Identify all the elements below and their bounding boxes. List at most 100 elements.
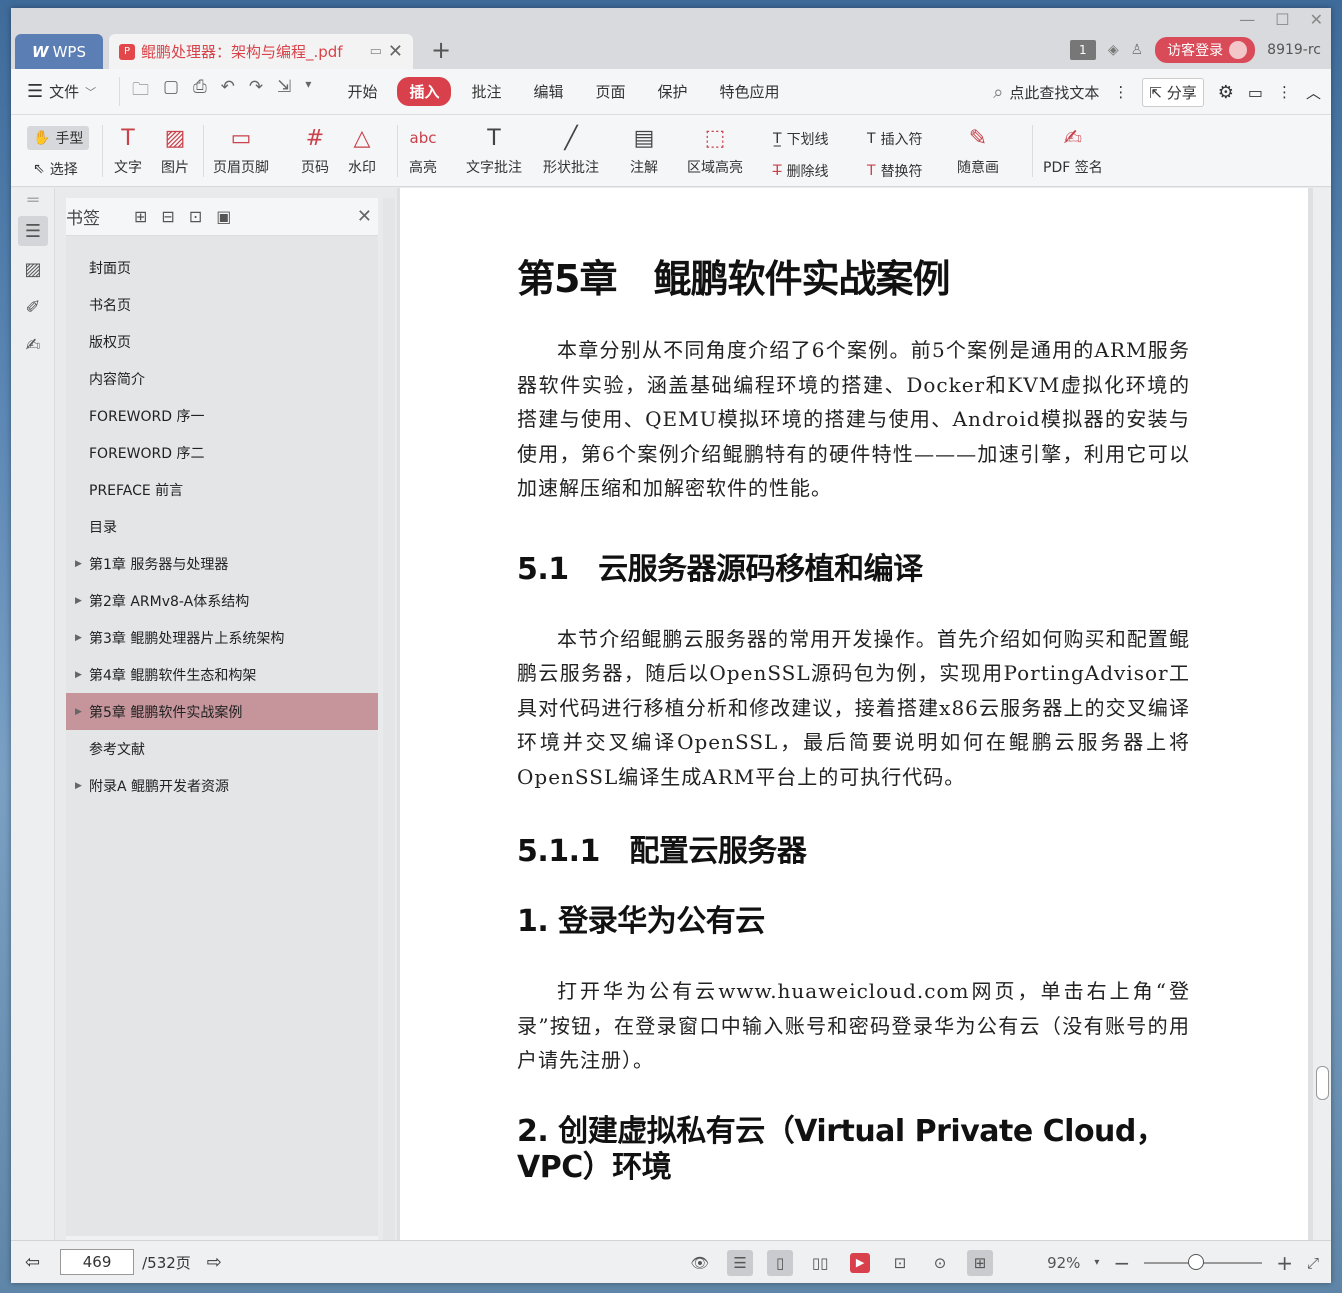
search-text-button[interactable]: ⌕ 点此查找文本 — [993, 82, 1099, 103]
two-page-icon[interactable]: ▯▯ — [807, 1250, 833, 1276]
bookmark-item[interactable]: FOREWORD 序二 — [66, 434, 378, 471]
expand-arrow-icon[interactable]: ▶ — [75, 781, 82, 791]
export-icon[interactable]: ⇲ — [277, 77, 291, 106]
share-button[interactable]: ⇱ 分享 — [1142, 77, 1204, 107]
tab-start[interactable]: 开始 — [335, 77, 389, 106]
bookmark-item[interactable]: ▶ 第4章 鲲鹏软件生态和构架 — [66, 656, 378, 693]
bookmark-item[interactable]: FOREWORD 序一 — [66, 397, 378, 434]
wps-home-tab[interactable]: W WPS — [15, 34, 103, 69]
header-footer-button[interactable]: ▭ 页眉页脚 — [213, 123, 269, 177]
window-count-badge[interactable]: 1 — [1069, 40, 1096, 60]
zoom-dropdown-icon[interactable]: ▾ — [1094, 1257, 1099, 1268]
close-tab-icon[interactable]: ✕ — [388, 41, 403, 62]
bookmark-item[interactable]: 参考文献 — [66, 730, 378, 767]
expand-arrow-icon[interactable]: ▶ — [75, 670, 82, 680]
previous-page-icon[interactable]: ⇦ — [25, 1252, 40, 1273]
save-icon[interactable]: ▢ — [163, 77, 179, 106]
print-icon[interactable]: ⎙ — [193, 77, 207, 106]
underline-button[interactable]: T̲ 下划线 — [773, 129, 829, 149]
eye-protection-icon[interactable]: 👁 — [687, 1250, 713, 1276]
watermark-button[interactable]: △ 水印 — [347, 123, 377, 177]
next-page-icon[interactable]: ⇨ — [207, 1252, 222, 1273]
close-icon[interactable]: ✕ — [357, 206, 372, 227]
shape-comment-button[interactable]: ╱ 形状批注 — [543, 123, 599, 177]
note-button[interactable]: ▤ 注解 — [629, 123, 659, 177]
thumbnail-panel-icon[interactable]: ▨ — [18, 254, 48, 284]
bookmark-item[interactable]: ▶ 第2章 ARMv8-A体系结构 — [66, 582, 378, 619]
bookmark-item[interactable]: 目录 — [66, 508, 378, 545]
collapse-ribbon-icon[interactable]: ︿ — [1306, 82, 1321, 103]
fit-page-icon[interactable]: ⊙ — [927, 1250, 953, 1276]
bookmark-panel-icon[interactable]: ☰ — [18, 216, 48, 246]
bookmark-item[interactable]: 内容简介 — [66, 360, 378, 397]
redo-icon[interactable]: ↷ — [249, 77, 263, 106]
bookmark-item[interactable]: ▶ 第5章 鲲鹏软件实战案例 — [66, 693, 378, 730]
bookmark-options-icon[interactable]: ▣ — [216, 207, 231, 226]
new-tab-button[interactable]: + — [431, 36, 451, 64]
window-close-icon[interactable]: ✕ — [1310, 10, 1323, 29]
gear-icon[interactable]: ⚙ — [1218, 82, 1234, 103]
zoom-slider-knob[interactable] — [1188, 1253, 1205, 1270]
highlight-button[interactable]: abc 高亮 — [408, 123, 438, 177]
tab-features[interactable]: 特色应用 — [708, 77, 792, 106]
play-button[interactable]: ▶ — [847, 1250, 873, 1276]
zoom-in-icon[interactable]: + — [1276, 1251, 1293, 1275]
hand-tool-button[interactable]: ✋ 手型 — [27, 126, 90, 150]
tab-insert[interactable]: 插入 — [397, 77, 452, 106]
tab-edit[interactable]: 编辑 — [522, 77, 576, 106]
document-tab[interactable]: P 鲲鹏处理器：架构与编程_.pdf ▭ ✕ — [109, 34, 413, 69]
bookmark-item[interactable]: ▶ 第3章 鲲鹏处理器片上系统架构 — [66, 619, 378, 656]
area-highlight-button[interactable]: ⬚ 区域高亮 — [687, 123, 743, 177]
signature-panel-icon[interactable]: ✍ — [18, 330, 48, 360]
expand-arrow-icon[interactable]: ▶ — [75, 596, 82, 606]
bookmark-item[interactable]: 封面页 — [66, 249, 378, 286]
zoom-out-icon[interactable]: − — [1113, 1251, 1130, 1275]
page-number-button[interactable]: # 页码 — [300, 123, 330, 177]
expand-arrow-icon[interactable]: ▶ — [75, 559, 82, 569]
insert-image-button[interactable]: ▨ 图片 — [160, 123, 190, 177]
single-page-icon[interactable]: ▯ — [767, 1249, 794, 1276]
bookmark-item[interactable]: 版权页 — [66, 323, 378, 360]
expand-arrow-icon[interactable]: ▶ — [75, 633, 82, 643]
select-tool-button[interactable]: ⇖ 选择 — [33, 159, 78, 179]
file-menu[interactable]: ☰ 文件 ﹀ — [11, 81, 119, 102]
pdf-sign-button[interactable]: ✍ PDF 签名 — [1043, 123, 1103, 177]
actual-size-icon[interactable]: ⊡ — [887, 1250, 913, 1276]
bookmark-item[interactable]: PREFACE 前言 — [66, 471, 378, 508]
more-menu-icon[interactable]: ⋮ — [1277, 83, 1292, 101]
strikethrough-button[interactable]: T̶ 删除线 — [773, 161, 829, 181]
insert-text-button[interactable]: T 文字 — [113, 123, 143, 177]
annotation-panel-icon[interactable]: ✐ — [18, 292, 48, 322]
tab-page[interactable]: 页面 — [584, 77, 638, 106]
zoom-slider[interactable] — [1144, 1253, 1263, 1270]
insert-mark-button[interactable]: T 插入符 — [867, 129, 923, 149]
add-bookmark-icon[interactable]: ⊞ — [134, 207, 147, 226]
expand-arrow-icon[interactable]: ▶ — [75, 707, 82, 717]
bookmark-item[interactable]: ▶ 附录A 鲲鹏开发者资源 — [66, 767, 378, 804]
text-comment-button[interactable]: T 文字批注 — [466, 123, 522, 177]
continuous-view-icon[interactable]: ☰ — [727, 1249, 754, 1276]
maximize-icon[interactable]: ☐ — [1275, 10, 1289, 29]
expand-bookmark-icon[interactable]: ⊡ — [189, 207, 202, 226]
tab-protect[interactable]: 保护 — [646, 77, 700, 106]
fullscreen-icon[interactable]: ⤢ — [1307, 1254, 1319, 1272]
bookmark-item[interactable]: 书名页 — [66, 286, 378, 323]
freehand-button[interactable]: ✎ 随意画 — [957, 123, 999, 177]
document-scrollbar[interactable] — [1313, 188, 1331, 1240]
bookmark-item[interactable]: ▶ 第1章 服务器与处理器 — [66, 545, 378, 582]
shirt-icon[interactable]: ♙ — [1131, 42, 1144, 58]
bookmark-scrollbar[interactable] — [383, 198, 395, 1240]
comment-icon[interactable]: ▭ — [1248, 83, 1263, 102]
pin-tab-icon[interactable]: ▭ — [370, 44, 382, 59]
page-number-input[interactable]: 469 — [60, 1249, 135, 1275]
replace-mark-button[interactable]: T 替换符 — [867, 161, 923, 181]
fit-width-icon[interactable]: ⊞ — [967, 1249, 994, 1276]
collapse-bookmarks-icon[interactable]: ⊟ — [161, 207, 174, 226]
tab-comment[interactable]: 批注 — [459, 77, 513, 106]
zoom-level[interactable]: 92% — [1047, 1254, 1080, 1272]
more-vertical-icon[interactable]: ⋮ — [1113, 83, 1128, 101]
skin-icon[interactable]: ◈ — [1108, 42, 1119, 58]
undo-icon[interactable]: ↶ — [221, 77, 235, 106]
minimize-icon[interactable]: — — [1239, 10, 1255, 29]
more-quick-icon[interactable]: ▾ — [305, 77, 311, 106]
